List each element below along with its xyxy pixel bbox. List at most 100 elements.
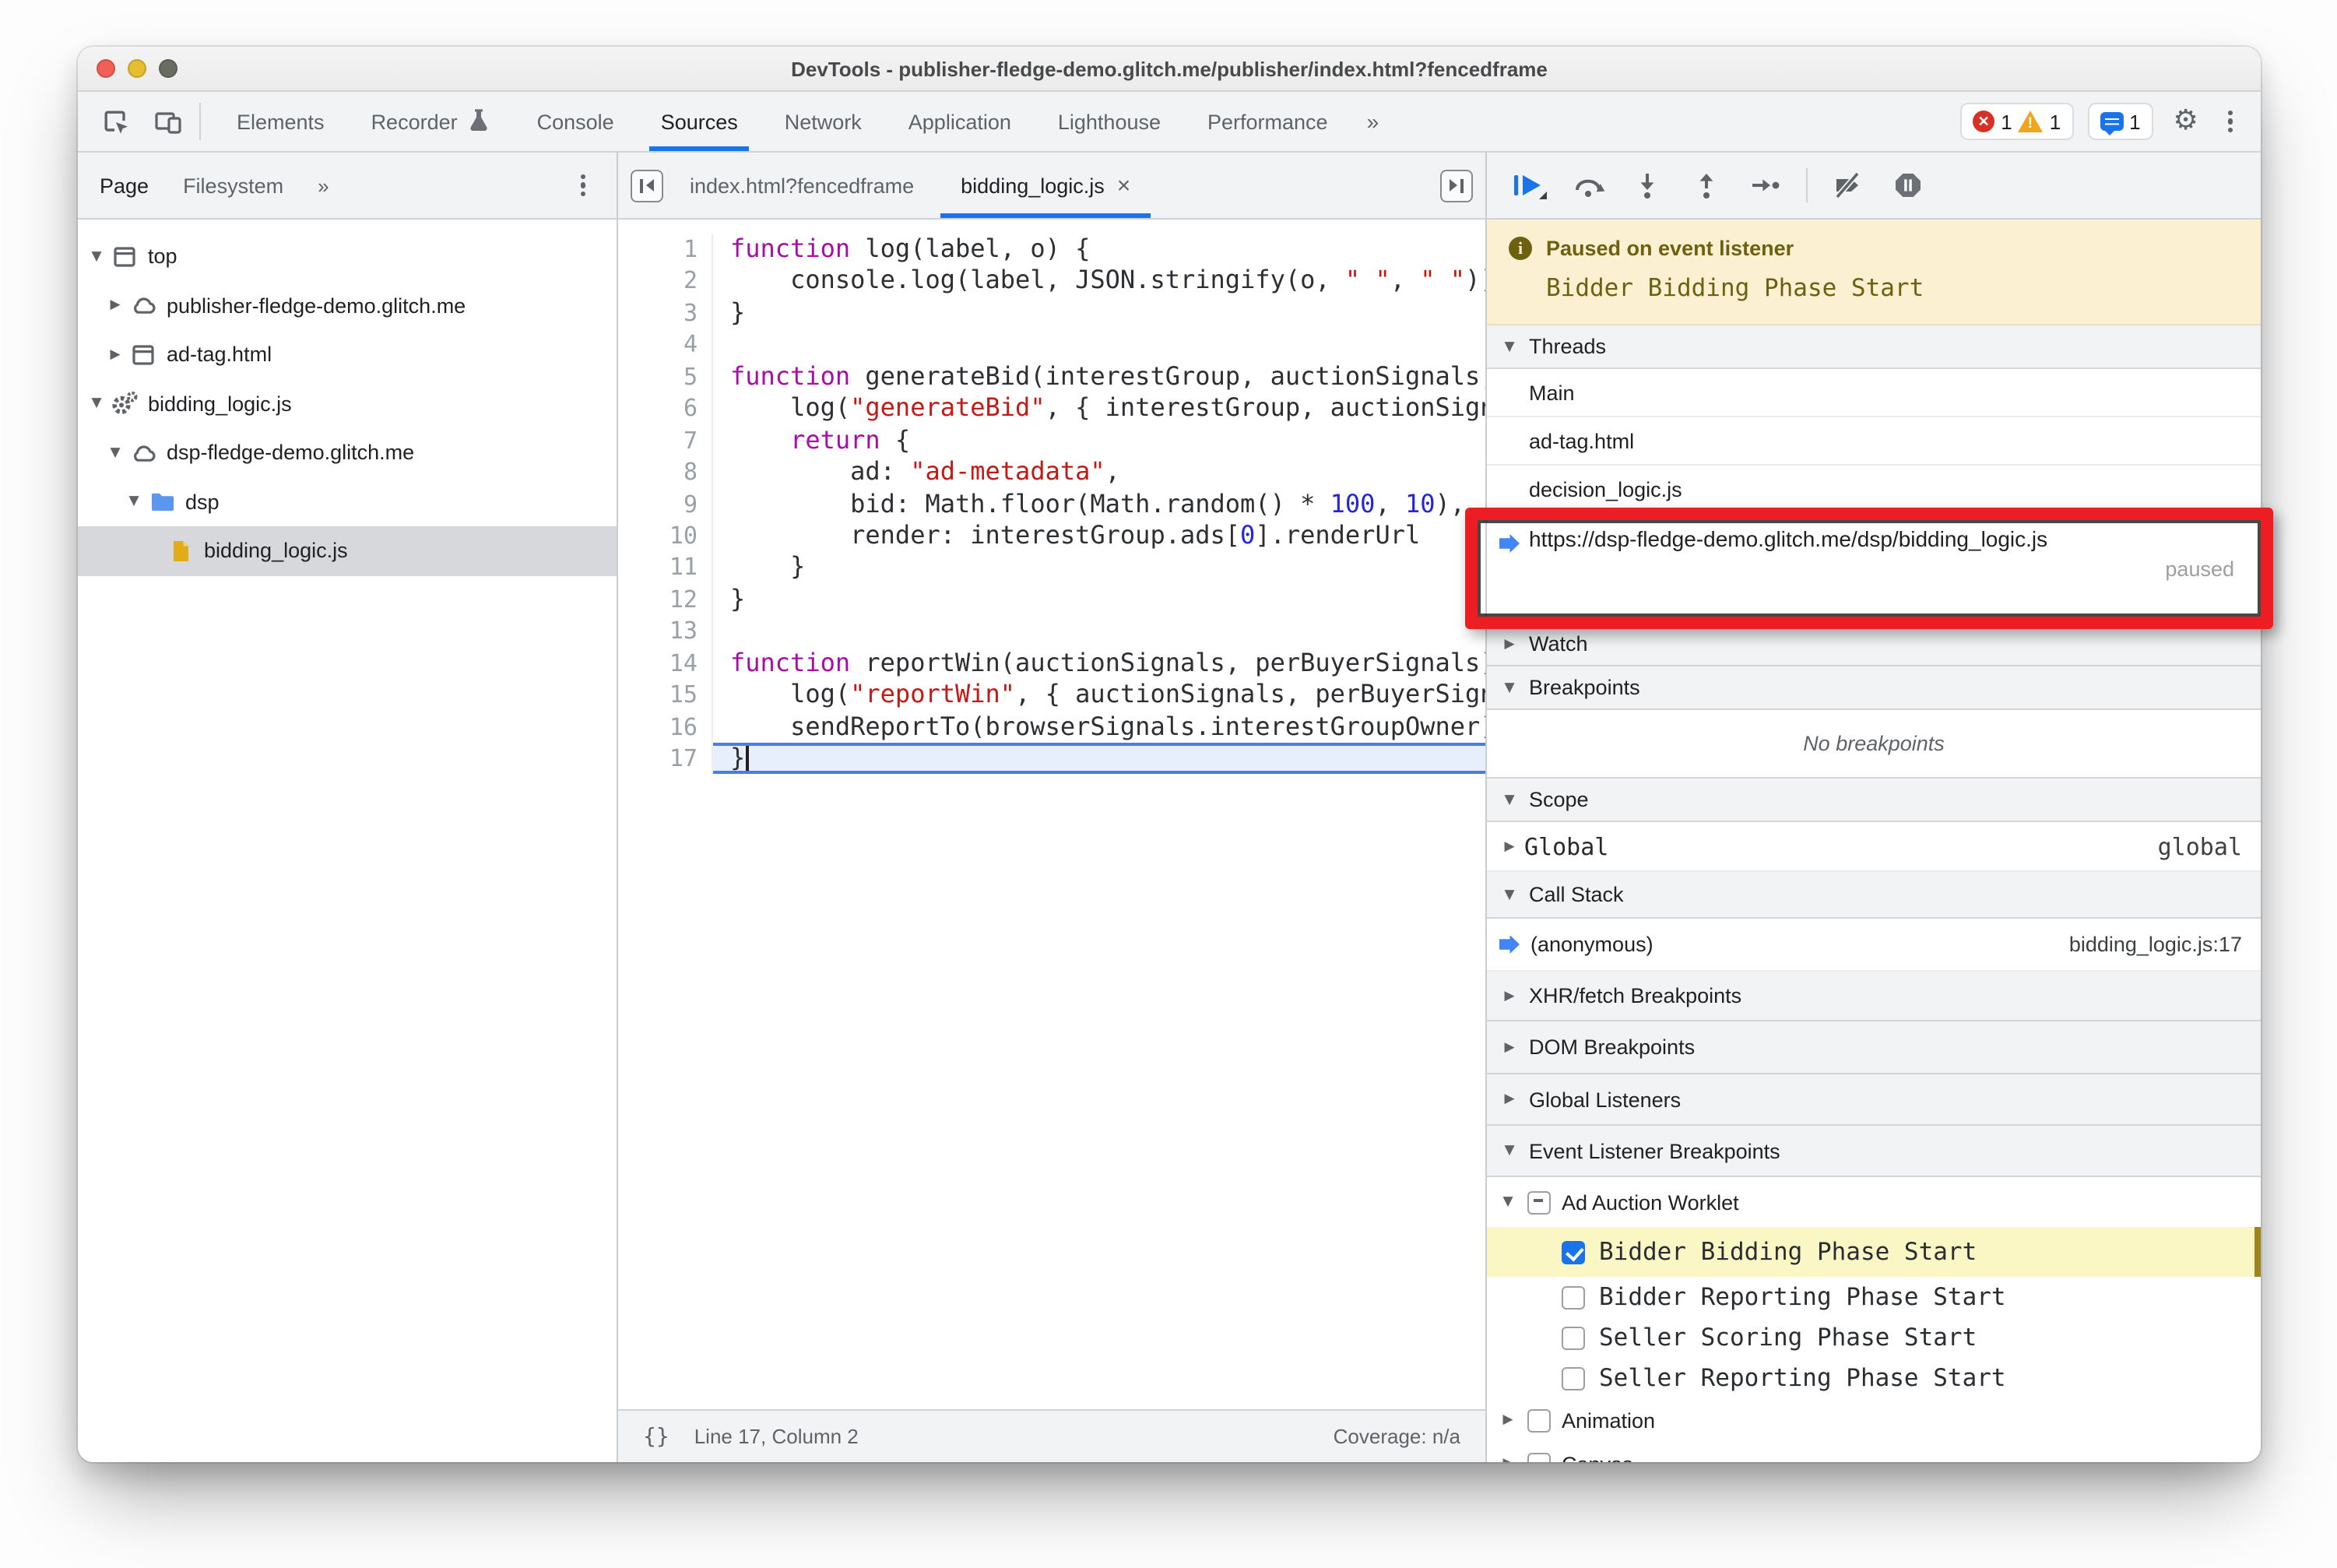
tree-item-top[interactable]: top (78, 232, 617, 281)
main-tab-lighthouse[interactable]: Lighthouse (1035, 92, 1184, 151)
main-tab-label: Lighthouse (1057, 110, 1161, 133)
section-event-listener-breakpoints[interactable]: Event Listener Breakpoints (1487, 1126, 2261, 1177)
line-number[interactable]: 16 (618, 711, 713, 743)
step-over-button[interactable] (1562, 163, 1615, 207)
step-into-button[interactable] (1621, 163, 1674, 207)
close-tab-icon[interactable]: × (1117, 172, 1131, 199)
thread-row-ad-tag-html[interactable]: ad-tag.html (1487, 417, 2261, 466)
tab-page[interactable]: Page (100, 174, 149, 197)
expand-icon[interactable] (106, 445, 125, 461)
checkbox-animation[interactable] (1527, 1408, 1551, 1432)
show-debugger-button[interactable] (1440, 169, 1473, 202)
elb-category-ad-auction-worklet[interactable]: Ad Auction Worklet (1487, 1177, 2261, 1227)
issues-badge[interactable]: 1 (2087, 103, 2153, 140)
line-number[interactable]: 11 (618, 551, 713, 584)
tree-item-dsp[interactable]: dsp (78, 477, 617, 526)
elb-item-bidder-bidding-phase-start[interactable]: Bidder Bidding Phase Start (1487, 1227, 2261, 1277)
errors-warnings-badge[interactable]: ✕ 1 1 (1960, 103, 2074, 140)
step-button[interactable] (1739, 163, 1792, 207)
section-xhr-fetch-breakpoints[interactable]: XHR/fetch Breakpoints (1487, 972, 2261, 1021)
checkbox-ad-auction-worklet[interactable] (1527, 1190, 1551, 1214)
checkbox-bidder-bidding-phase-start[interactable] (1562, 1240, 1585, 1264)
main-tab-console[interactable]: Console (514, 92, 638, 151)
toolbar-left-icons (78, 92, 187, 151)
section-call-stack[interactable]: Call Stack (1487, 872, 2261, 919)
expand-icon (1501, 339, 1518, 354)
checkbox-seller-scoring-phase-start[interactable] (1562, 1326, 1585, 1349)
section-threads[interactable]: Threads (1487, 325, 2261, 369)
elb-item-seller-reporting-phase-start[interactable]: Seller Reporting Phase Start (1487, 1358, 2261, 1398)
minimize-window-button[interactable] (128, 59, 146, 78)
inspect-element-icon[interactable] (97, 103, 134, 140)
expand-icon[interactable] (106, 347, 125, 363)
line-number[interactable]: 10 (618, 519, 713, 552)
device-toolbar-icon[interactable] (149, 103, 187, 140)
main-tab-sources[interactable]: Sources (638, 92, 761, 151)
main-tab-recorder[interactable]: Recorder (348, 92, 514, 151)
tree-item-bidding-logic-js[interactable]: bidding_logic.js (78, 526, 617, 575)
elb-item-label: Bidder Reporting Phase Start (1599, 1283, 2006, 1311)
elb-item-bidder-reporting-phase-start[interactable]: Bidder Reporting Phase Start (1487, 1277, 2261, 1317)
section-scope[interactable]: Scope (1487, 779, 2261, 822)
main-tab-network[interactable]: Network (761, 92, 885, 151)
tree-item-dsp-fledge-demo-glitch-me[interactable]: dsp-fledge-demo.glitch.me (78, 428, 617, 477)
pretty-print-button[interactable]: {} (643, 1424, 669, 1449)
thread-row-decision-logic-js[interactable]: decision_logic.js (1487, 466, 2261, 514)
line-number[interactable]: 7 (618, 424, 713, 457)
pause-on-exceptions-button[interactable] (1881, 163, 1934, 207)
line-number[interactable]: 3 (618, 297, 713, 329)
thread-row-selected[interactable]: https://dsp-fledge-demo.glitch.me/dsp/bi… (1487, 514, 2261, 623)
line-number[interactable]: 6 (618, 392, 713, 425)
elb-category-canvas[interactable]: Canvas (1487, 1442, 2261, 1462)
step-out-button[interactable] (1680, 163, 1733, 207)
more-tabs-chevron[interactable]: » (318, 174, 329, 197)
section-dom-breakpoints[interactable]: DOM Breakpoints (1487, 1021, 2261, 1074)
line-number[interactable]: 8 (618, 456, 713, 488)
hide-navigator-button[interactable] (631, 169, 663, 202)
tree-item-bidding-logic-js[interactable]: bidding_logic.js (78, 379, 617, 428)
editor-tab-index[interactable]: index.html?fencedframe (669, 153, 934, 218)
thread-row-main[interactable]: Main (1487, 369, 2261, 417)
line-number[interactable]: 13 (618, 615, 713, 648)
section-global-listeners[interactable]: Global Listeners (1487, 1074, 2261, 1126)
checkbox-bidder-reporting-phase-start[interactable] (1562, 1285, 1585, 1309)
line-number[interactable]: 15 (618, 679, 713, 712)
tree-item-publisher-fledge-demo-glitch-me[interactable]: publisher-fledge-demo.glitch.me (78, 281, 617, 330)
navigator-more-button[interactable] (571, 174, 595, 197)
tree-item-ad-tag-html[interactable]: ad-tag.html (78, 330, 617, 379)
checkbox-seller-reporting-phase-start[interactable] (1562, 1366, 1585, 1390)
code-editor[interactable]: 1 function log(label, o) {2 console.log(l… (618, 220, 1485, 1409)
line-number[interactable]: 17 (618, 743, 713, 775)
line-number[interactable]: 5 (618, 360, 713, 393)
line-number[interactable]: 2 (618, 265, 713, 297)
no-breakpoints-message: No breakpoints (1487, 710, 2261, 779)
scope-global-row[interactable]: Global global (1487, 822, 2261, 872)
expand-icon[interactable] (125, 494, 143, 510)
line-number[interactable]: 1 (618, 234, 713, 265)
elb-item-seller-scoring-phase-start[interactable]: Seller Scoring Phase Start (1487, 1317, 2261, 1358)
resume-button[interactable] (1502, 163, 1555, 207)
elb-category-animation[interactable]: Animation (1487, 1398, 2261, 1442)
expand-icon[interactable] (87, 249, 106, 265)
section-breakpoints[interactable]: Breakpoints (1487, 666, 2261, 710)
tab-filesystem[interactable]: Filesystem (183, 174, 283, 197)
line-number[interactable]: 12 (618, 583, 713, 616)
checkbox-canvas[interactable] (1527, 1452, 1551, 1462)
close-window-button[interactable] (97, 59, 115, 78)
call-stack-frame[interactable]: (anonymous) bidding_logic.js:17 (1487, 919, 2261, 972)
more-options-button[interactable] (2219, 110, 2242, 133)
editor-tab-bidding-logic[interactable]: bidding_logic.js × (940, 153, 1151, 218)
main-tab-application[interactable]: Application (885, 92, 1035, 151)
main-tab-elements[interactable]: Elements (213, 92, 348, 151)
more-panels-chevron[interactable]: » (1351, 92, 1395, 151)
deactivate-breakpoints-button[interactable] (1822, 163, 1875, 207)
expand-icon[interactable] (106, 298, 125, 314)
main-tab-performance[interactable]: Performance (1184, 92, 1351, 151)
zoom-window-button[interactable] (159, 59, 177, 78)
settings-button[interactable]: ⚙ (2167, 103, 2205, 140)
line-number[interactable]: 9 (618, 488, 713, 520)
line-number[interactable]: 14 (618, 647, 713, 680)
expand-icon[interactable] (87, 396, 106, 412)
line-number[interactable]: 4 (618, 329, 713, 361)
section-watch[interactable]: Watch (1487, 623, 2261, 666)
